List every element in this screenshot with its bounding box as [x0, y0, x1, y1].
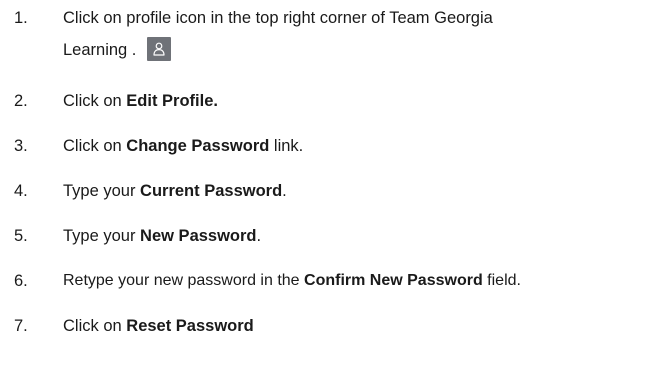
step-number: 4. — [14, 182, 28, 200]
step-text-bold: New Password — [140, 227, 257, 245]
step-text-continuation: Learning . — [63, 41, 137, 59]
person-icon — [153, 42, 165, 56]
step-text: Retype your new password in the Confirm … — [63, 269, 521, 293]
step-number: 7. — [14, 317, 28, 335]
step-number: 6. — [14, 272, 28, 290]
step-text-plain: . — [282, 182, 287, 200]
step-text-bold: Edit Profile. — [126, 92, 218, 110]
profile-button[interactable] — [146, 36, 171, 61]
step-text: Click on profile icon in the top right c… — [63, 6, 493, 63]
step-text: Click on Reset Password — [63, 314, 254, 338]
step-text-plain: Type your — [63, 227, 141, 245]
step-text-line: Click on profile icon in the top right c… — [63, 9, 493, 27]
step-text-bold: Current Password — [140, 182, 283, 200]
step-number: 5. — [14, 227, 28, 245]
step-text-bold: Reset Password — [126, 317, 254, 335]
step-number: 1. — [14, 9, 28, 27]
step-text-bold: Confirm New Password — [304, 272, 483, 289]
step-text-plain: . — [256, 227, 262, 245]
step-text-plain: field. — [482, 272, 521, 289]
step-text-plain: Click on — [63, 137, 127, 155]
step-text: Type your New Password. — [63, 224, 261, 248]
step-text-plain: link. — [269, 137, 304, 155]
step-text-plain: Click on — [63, 317, 127, 335]
step-text: Click on Edit Profile. — [63, 89, 218, 113]
step-text: Type your Current Password. — [63, 179, 287, 203]
step-text-line: Learning . — [63, 36, 493, 63]
step-text-bold: Change Password — [126, 137, 270, 155]
step-text: Click on Change Password link. — [63, 134, 303, 158]
step-text-plain: Retype your new password in the — [63, 272, 305, 289]
step-text-plain: Type your — [63, 182, 141, 200]
step-number: 3. — [14, 137, 28, 155]
step-number: 2. — [14, 92, 28, 110]
step-text-plain: Click on — [63, 92, 127, 110]
